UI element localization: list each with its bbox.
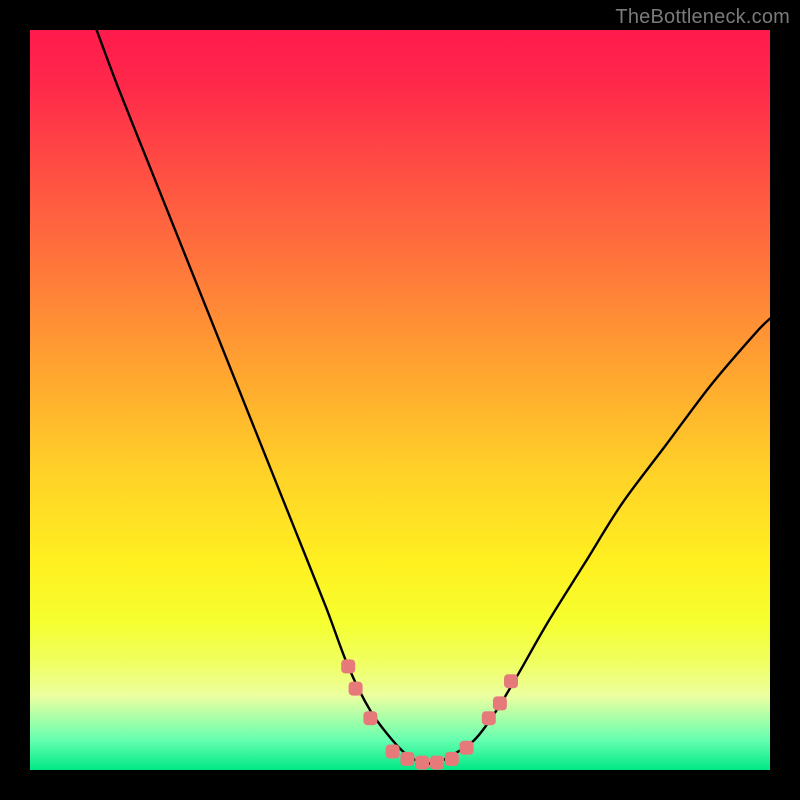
marker-dot — [400, 752, 414, 766]
watermark-text: TheBottleneck.com — [615, 6, 790, 29]
marker-dot — [445, 752, 459, 766]
marker-dot — [482, 711, 496, 725]
marker-dot — [493, 696, 507, 710]
marker-dot — [415, 756, 429, 770]
marker-dot — [504, 674, 518, 688]
bottleneck-curve — [97, 30, 770, 764]
marker-dot — [349, 682, 363, 696]
marker-dot — [363, 711, 377, 725]
highlight-markers — [341, 659, 518, 769]
marker-dot — [460, 741, 474, 755]
chart-frame: TheBottleneck.com — [0, 0, 800, 800]
curve-svg — [30, 30, 770, 770]
marker-dot — [386, 745, 400, 759]
marker-dot — [341, 659, 355, 673]
plot-area — [30, 30, 770, 770]
marker-dot — [430, 756, 444, 770]
